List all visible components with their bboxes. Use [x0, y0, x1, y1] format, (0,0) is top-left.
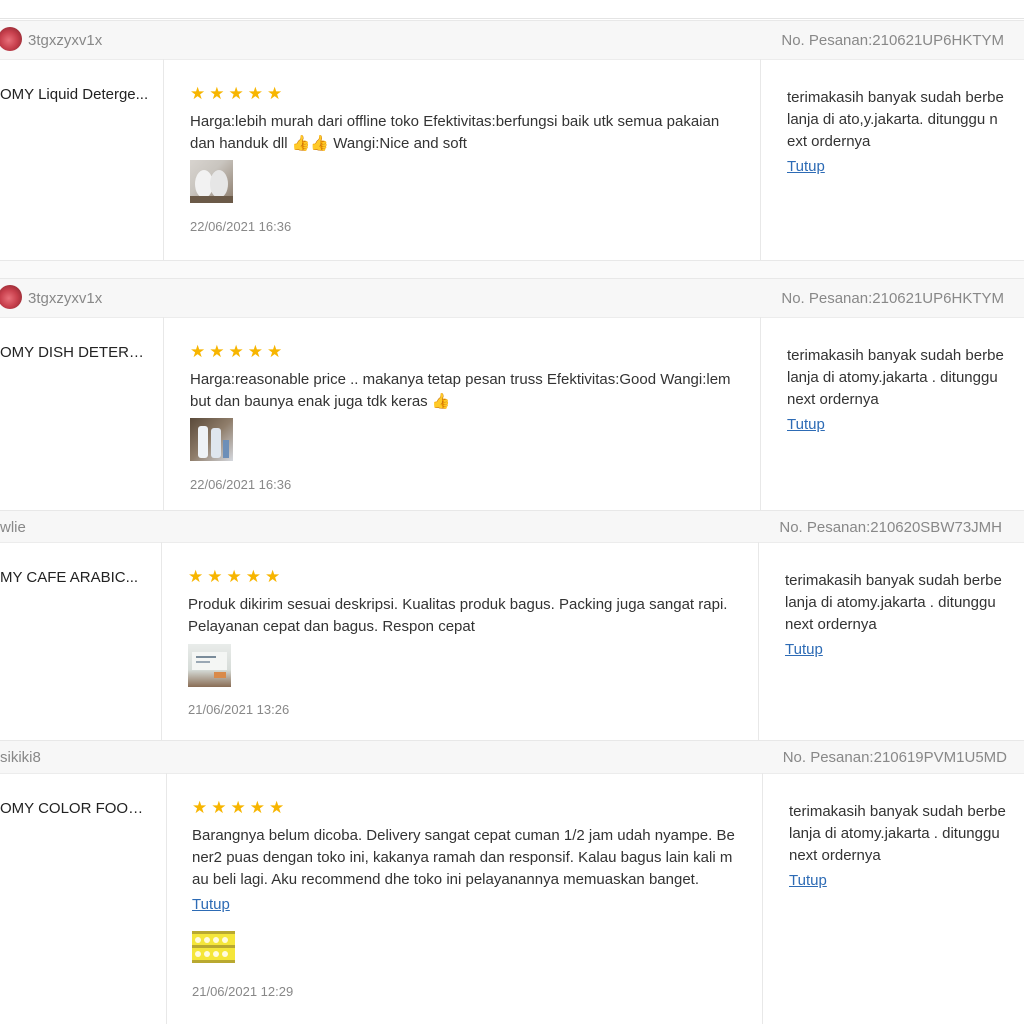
reply-line: lanja di atomy.jakarta . ditunggu: [787, 369, 998, 386]
review-row: OMY Liquid Deterge... ★★★★★ Harga:lebih …: [0, 59, 1024, 260]
review-text: Barangnya belum dicoba. Delivery sangat …: [192, 825, 735, 891]
review-text-line: dan handuk dll 👍👍 Wangi:Nice and soft: [190, 135, 467, 152]
review-photo-thumbnail[interactable]: [190, 160, 233, 203]
reply-line: ext ordernya: [787, 133, 871, 150]
review-text-line: au beli lagi. Aku recommend dhe toko ini…: [192, 871, 699, 888]
review-date: 22/06/2021 16:36: [190, 477, 292, 492]
reply-line: lanja di ato,y.jakarta. ditunggu n: [787, 111, 998, 128]
star-rating: ★★★★★: [190, 84, 287, 103]
reply-line: terimakasih banyak sudah berbe: [787, 347, 1004, 364]
username[interactable]: 3tgxzyxv1x: [28, 32, 102, 49]
username[interactable]: 3tgxzyxv1x: [28, 290, 102, 307]
review-header: wlie No. Pesanan:210620SBW73JMH: [0, 510, 1024, 543]
username[interactable]: sikiki8: [0, 749, 41, 766]
review-block: 3tgxzyxv1x No. Pesanan:210621UP6HKTYM OM…: [0, 20, 1024, 260]
review-text-line: Harga:lebih murah dari offline toko Efek…: [190, 113, 720, 130]
seller-reply-text: terimakasih banyak sudah berbe lanja di …: [789, 801, 1011, 867]
review-cell: ★★★★★ Harga:reasonable price .. makanya …: [190, 317, 761, 510]
review-header: 3tgxzyxv1x No. Pesanan:210621UP6HKTYM: [0, 278, 1024, 318]
review-text-line: Produk dikirim sesuai deskripsi. Kualita…: [188, 596, 728, 613]
top-border: [0, 0, 1024, 19]
product-name[interactable]: OMY Liquid Deterge...: [0, 86, 150, 103]
username[interactable]: wlie: [0, 519, 26, 536]
star-rating: ★★★★★: [192, 798, 289, 817]
review-text-line: Barangnya belum dicoba. Delivery sangat …: [192, 827, 735, 844]
order-number: No. Pesanan:210621UP6HKTYM: [781, 32, 1004, 49]
order-number: No. Pesanan:210619PVM1U5MD: [782, 749, 1007, 766]
reply-line: next ordernya: [787, 391, 879, 408]
seller-reply-cell: terimakasih banyak sudah berbe lanja di …: [785, 542, 1024, 740]
avatar[interactable]: [0, 27, 22, 51]
product-cell: MY CAFE ARABIC...: [0, 542, 162, 740]
reply-close-link[interactable]: Tutup: [787, 158, 825, 175]
reply-close-link[interactable]: Tutup: [785, 641, 823, 658]
review-photo-thumbnail[interactable]: [192, 931, 235, 963]
reply-line: terimakasih banyak sudah berbe: [785, 572, 1002, 589]
product-cell: OMY COLOR FOOD ...: [0, 773, 167, 1024]
review-cell: ★★★★★ Harga:lebih murah dari offline tok…: [190, 59, 761, 260]
product-cell: OMY Liquid Deterge...: [0, 59, 164, 260]
review-row: MY CAFE ARABIC... ★★★★★ Produk dikirim s…: [0, 542, 1024, 740]
review-block: 3tgxzyxv1x No. Pesanan:210621UP6HKTYM OM…: [0, 278, 1024, 510]
reply-line: lanja di atomy.jakarta . ditunggu: [785, 594, 996, 611]
seller-reply-cell: terimakasih banyak sudah berbe lanja di …: [787, 59, 1024, 260]
review-cell: ★★★★★ Produk dikirim sesuai deskripsi. K…: [188, 542, 759, 740]
review-block: sikiki8 No. Pesanan:210619PVM1U5MD OMY C…: [0, 740, 1024, 1024]
seller-reply-text: terimakasih banyak sudah berbe lanja di …: [787, 345, 1009, 411]
reply-line: next ordernya: [785, 616, 877, 633]
seller-reply-text: terimakasih banyak sudah berbe lanja di …: [787, 87, 1009, 153]
review-photo-thumbnail[interactable]: [190, 418, 233, 461]
seller-reply-cell: terimakasih banyak sudah berbe lanja di …: [789, 773, 1024, 1024]
review-row: OMY COLOR FOOD ... ★★★★★ Barangnya belum…: [0, 773, 1024, 1024]
review-photo-thumbnail[interactable]: [188, 644, 231, 687]
review-text: Produk dikirim sesuai deskripsi. Kualita…: [188, 594, 727, 638]
review-block: wlie No. Pesanan:210620SBW73JMH MY CAFE …: [0, 510, 1024, 740]
reply-line: next ordernya: [789, 847, 881, 864]
seller-reply-text: terimakasih banyak sudah berbe lanja di …: [785, 570, 1007, 636]
review-close-link[interactable]: Tutup: [192, 896, 230, 913]
product-name[interactable]: MY CAFE ARABIC...: [0, 569, 150, 586]
reply-line: lanja di atomy.jakarta . ditunggu: [789, 825, 1000, 842]
review-cell: ★★★★★ Barangnya belum dicoba. Delivery s…: [192, 773, 763, 1024]
star-rating: ★★★★★: [188, 567, 285, 586]
product-name[interactable]: OMY DISH DETERG...: [0, 344, 150, 361]
section-divider: [0, 260, 1024, 279]
avatar[interactable]: [0, 285, 22, 309]
review-date: 22/06/2021 16:36: [190, 219, 292, 234]
review-text-line: Harga:reasonable price .. makanya tetap …: [190, 371, 731, 388]
review-text: Harga:lebih murah dari offline toko Efek…: [190, 111, 719, 155]
order-number: No. Pesanan:210621UP6HKTYM: [781, 290, 1004, 307]
reply-line: terimakasih banyak sudah berbe: [789, 803, 1006, 820]
product-cell: OMY DISH DETERG...: [0, 317, 164, 510]
review-text-line: ner2 puas dengan toko ini, kakanya ramah…: [192, 849, 733, 866]
review-date: 21/06/2021 12:29: [192, 984, 294, 999]
review-date: 21/06/2021 13:26: [188, 702, 290, 717]
reply-close-link[interactable]: Tutup: [789, 872, 827, 889]
review-text-line: Pelayanan cepat dan bagus. Respon cepat: [188, 618, 475, 635]
product-name[interactable]: OMY COLOR FOOD ...: [0, 800, 150, 817]
seller-reply-cell: terimakasih banyak sudah berbe lanja di …: [787, 317, 1024, 510]
review-text-line: but dan baunya enak juga tdk keras 👍: [190, 393, 451, 410]
reply-line: terimakasih banyak sudah berbe: [787, 89, 1004, 106]
reply-close-link[interactable]: Tutup: [787, 416, 825, 433]
review-header: 3tgxzyxv1x No. Pesanan:210621UP6HKTYM: [0, 20, 1024, 60]
order-number: No. Pesanan:210620SBW73JMH: [779, 519, 1002, 536]
review-header: sikiki8 No. Pesanan:210619PVM1U5MD: [0, 740, 1024, 774]
star-rating: ★★★★★: [190, 342, 287, 361]
review-text: Harga:reasonable price .. makanya tetap …: [190, 369, 731, 413]
review-row: OMY DISH DETERG... ★★★★★ Harga:reasonabl…: [0, 317, 1024, 510]
